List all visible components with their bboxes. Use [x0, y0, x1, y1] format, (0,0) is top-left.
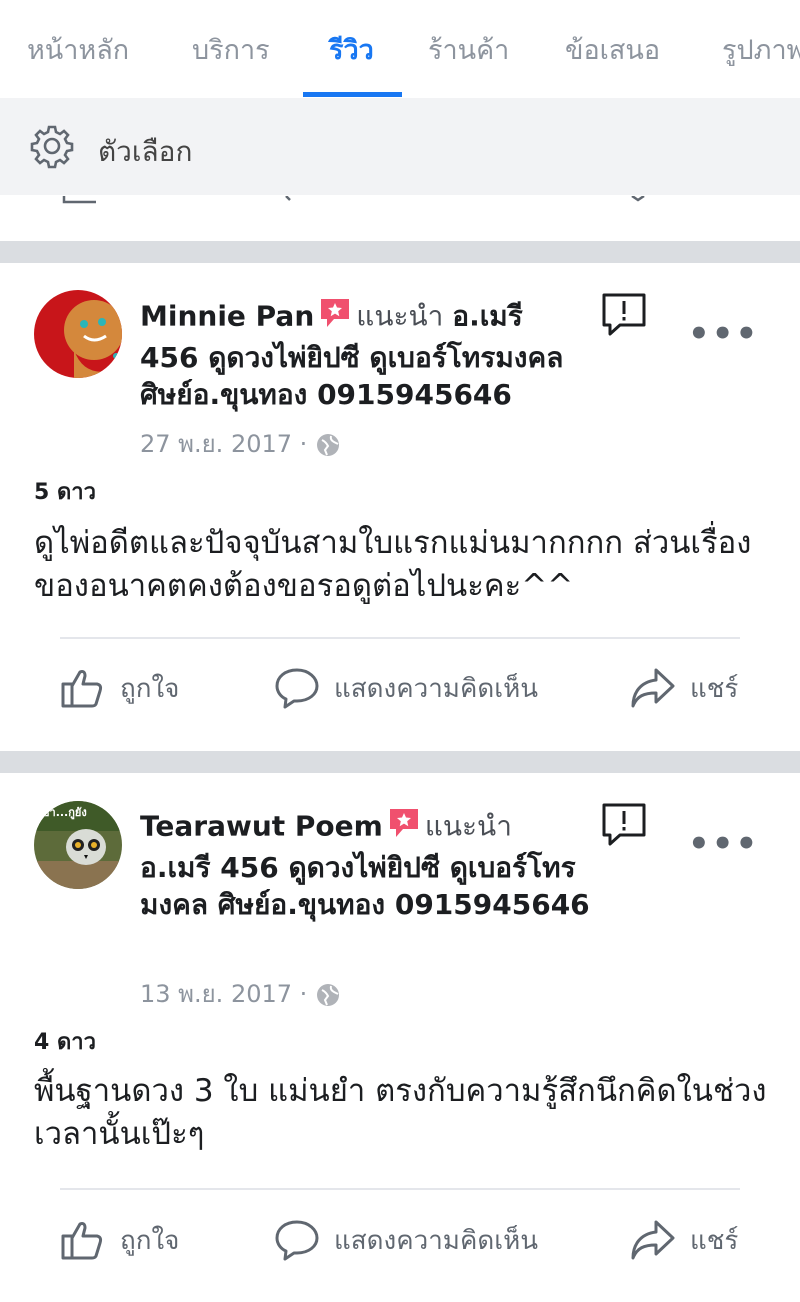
comment-label: แสดงความคิดเห็น — [334, 1225, 539, 1256]
like-label: ถูกใจ — [120, 673, 180, 704]
share-button[interactable]: แชร์ — [630, 666, 738, 710]
like-icon — [61, 670, 103, 708]
review-date-row: 27 พ.ย. 2017 · — [140, 424, 341, 463]
report-icon[interactable] — [600, 292, 648, 336]
review-date: 13 พ.ย. 2017 — [140, 980, 293, 1008]
star-rating: 5 ดาว — [34, 480, 96, 505]
like-button[interactable]: ถูกใจ — [60, 666, 179, 710]
like-button[interactable]: ถูกใจ — [60, 1218, 179, 1262]
like-icon — [61, 1222, 103, 1260]
comment-button[interactable]: แสดงความคิดเห็น — [274, 1218, 538, 1262]
tab-shop[interactable]: ร้านค้า — [428, 28, 509, 71]
comment-icon — [275, 1220, 319, 1261]
review-text: พื้นฐานดวง 3 ใบ แม่นยำ ตรงกับความรู้สึกน… — [34, 1073, 767, 1152]
recommends-label: แนะนำ — [424, 809, 512, 843]
globe-icon — [316, 434, 339, 456]
active-tab-indicator — [303, 92, 402, 97]
comment-label: แสดงความคิดเห็น — [334, 673, 539, 704]
more-options-icon[interactable]: ••• — [688, 314, 759, 354]
share-label: แชร์ — [690, 1225, 739, 1256]
report-icon[interactable] — [600, 802, 648, 846]
avatar[interactable] — [34, 290, 122, 378]
share-icon — [631, 668, 675, 708]
card-separator — [0, 241, 800, 263]
review-header: Tearawut Poem แนะนำ อ.เมรี 456 ดูดวงไพ่ยิ… — [140, 806, 590, 923]
card-separator — [0, 751, 800, 773]
date-separator: · — [299, 430, 308, 458]
recommends-label: แนะนำ — [356, 299, 444, 333]
share-button[interactable]: แชร์ — [630, 1218, 738, 1262]
recommend-badge-icon — [387, 806, 421, 849]
more-options-icon[interactable]: ••• — [688, 824, 759, 864]
reviewer-name[interactable]: Tearawut Poem — [140, 810, 383, 843]
reviewer-name[interactable]: Minnie Pan — [140, 300, 314, 333]
recommend-badge-icon — [318, 296, 352, 339]
tab-offers[interactable]: ข้อเสนอ — [565, 28, 660, 71]
avatar[interactable]: ขา...กูยัง — [34, 801, 122, 889]
page-name[interactable]: อ.เมรี 456 ดูดวงไพ่ยิปซี ดูเบอร์โทรมงคล … — [140, 851, 590, 921]
tab-home[interactable]: หน้าหลัก — [27, 28, 129, 71]
previous-card-peek — [0, 195, 800, 209]
like-label: ถูกใจ — [120, 1225, 180, 1256]
comment-icon — [275, 668, 319, 709]
gear-icon — [30, 125, 74, 169]
review-date-row: 13 พ.ย. 2017 · — [140, 974, 341, 1013]
review-date: 27 พ.ย. 2017 — [140, 430, 293, 458]
divider — [60, 1188, 740, 1190]
tab-reviews[interactable]: รีวิว — [329, 28, 374, 71]
tab-bar: หน้าหลัก บริการ รีวิว ร้านค้า ข้อเสนอ รู… — [0, 0, 800, 98]
divider — [60, 637, 740, 639]
tab-photos[interactable]: รูปภาพ — [722, 28, 800, 71]
options-label[interactable]: ตัวเลือก — [98, 130, 192, 174]
review-text: ดูไพ่อดีตและปัจจุบันสามใบแรกแม่นมากกกก ส… — [34, 525, 752, 604]
share-label: แชร์ — [690, 673, 739, 704]
tab-services[interactable]: บริการ — [192, 28, 270, 71]
share-icon — [631, 1220, 675, 1260]
review-header: Minnie Pan แนะนำ อ.เมรี 456 ดูดวงไพ่ยิปซี… — [140, 296, 590, 413]
date-separator: · — [299, 980, 308, 1008]
globe-icon — [316, 984, 339, 1006]
comment-button[interactable]: แสดงความคิดเห็น — [274, 666, 538, 710]
star-rating: 4 ดาว — [34, 1030, 96, 1055]
avatar-caption: ขา...กูยัง — [42, 806, 87, 819]
